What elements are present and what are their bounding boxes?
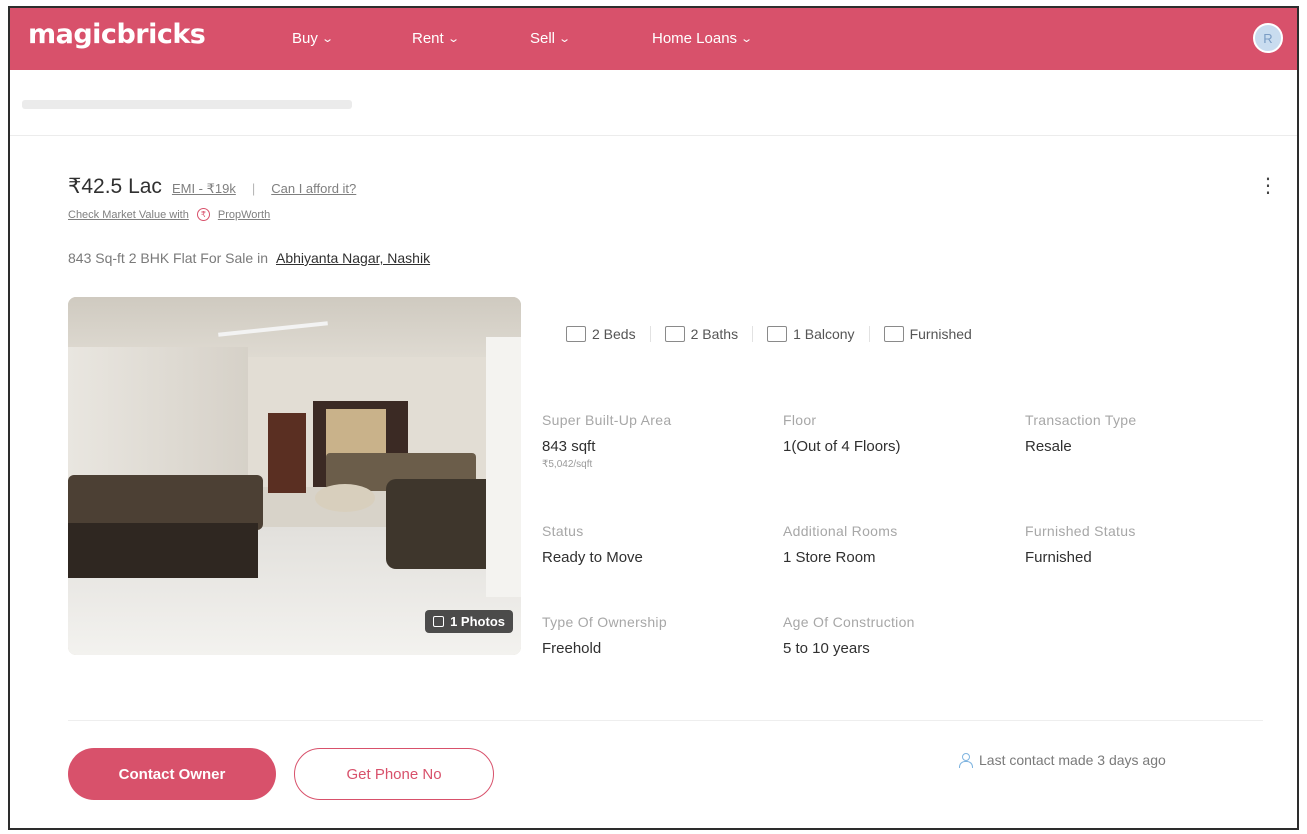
- detail-value: 5 to 10 years: [783, 640, 870, 657]
- detail-label: Furnished Status: [1025, 523, 1136, 539]
- detail-label: Type Of Ownership: [542, 614, 667, 630]
- amenity-furnished-label: Furnished: [909, 326, 972, 342]
- nav-home-loans[interactable]: Home Loans ⌄: [652, 30, 754, 47]
- detail-value: Furnished: [1025, 549, 1092, 566]
- chevron-down-icon: ⌄: [558, 33, 572, 45]
- chevron-down-icon: ⌄: [446, 33, 460, 45]
- listing-title: 843 Sq-ft 2 BHK Flat For Sale in Abhiyan…: [68, 250, 430, 266]
- subheader-strip: [10, 70, 1297, 136]
- last-contact-label: Last contact made 3 days ago: [979, 752, 1166, 768]
- detail-label: Floor: [783, 412, 817, 428]
- photo-icon: [433, 616, 445, 627]
- detail-value: 1(Out of 4 Floors): [783, 438, 901, 455]
- detail-age: Age Of Construction 5 to 10 years: [783, 614, 915, 657]
- bath-icon: [664, 326, 685, 342]
- price-row: ₹42.5 Lac EMI - ₹19k | Can I afford it?: [68, 174, 356, 199]
- detail-label: Transaction Type: [1025, 412, 1137, 428]
- amenities-row: 2 Beds 2 Baths 1 Balcony Furnished: [566, 326, 986, 342]
- photo-wall-right: [486, 337, 521, 597]
- photo-sofa-base: [68, 523, 258, 578]
- nav-buy[interactable]: Buy ⌄: [292, 30, 334, 47]
- bed-icon: [566, 326, 586, 342]
- amenity-beds: 2 Beds: [566, 326, 651, 342]
- furniture-icon: [883, 326, 904, 342]
- amenity-balcony: 1 Balcony: [753, 326, 870, 342]
- detail-ownership: Type Of Ownership Freehold: [542, 614, 667, 657]
- card-divider: [68, 720, 1263, 721]
- amenity-baths-label: 2 Baths: [690, 326, 739, 342]
- nav-rent-label: Rent: [412, 30, 444, 47]
- get-phone-button[interactable]: Get Phone No: [294, 748, 494, 800]
- emi-link[interactable]: EMI - ₹19k: [172, 181, 236, 197]
- last-contact-info: Last contact made 3 days ago: [959, 752, 1166, 768]
- detail-value: Freehold: [542, 640, 602, 657]
- nav-home-loans-label: Home Loans: [652, 30, 738, 47]
- nav-sell-label: Sell: [530, 30, 556, 47]
- photo-sofa-back: [68, 475, 263, 530]
- magicbricks-logo[interactable]: magicbricks: [28, 19, 206, 50]
- photo-door: [268, 413, 306, 493]
- detail-value: 1 Store Room: [783, 549, 876, 566]
- nav-sell[interactable]: Sell ⌄: [530, 30, 572, 47]
- detail-label: Status: [542, 523, 584, 539]
- amenity-balcony-label: 1 Balcony: [793, 326, 855, 342]
- listing-title-prefix: 843 Sq-ft 2 BHK Flat For Sale in: [68, 250, 268, 266]
- propworth-icon: ₹: [196, 208, 210, 221]
- user-icon: [959, 753, 973, 768]
- detail-label: Additional Rooms: [783, 523, 898, 539]
- nav-rent[interactable]: Rent ⌄: [412, 30, 460, 47]
- amenity-beds-label: 2 Beds: [592, 326, 636, 342]
- detail-status: Status Ready to Move: [542, 523, 643, 566]
- detail-label: Super Built-Up Area: [542, 412, 672, 428]
- contact-owner-button[interactable]: Contact Owner: [68, 748, 276, 800]
- detail-label: Age Of Construction: [783, 614, 915, 630]
- detail-value: Ready to Move: [542, 549, 643, 566]
- propworth-link[interactable]: PropWorth: [218, 209, 270, 221]
- detail-value: 843 sqft: [542, 438, 596, 455]
- detail-subvalue: ₹5,042/sqft: [542, 459, 593, 470]
- page-frame: magicbricks Buy ⌄ Rent ⌄ Sell ⌄ Home Loans ⌄…: [8, 6, 1299, 830]
- separator: |: [251, 181, 256, 196]
- location-link[interactable]: Abhiyanta Nagar, Nashik: [276, 250, 430, 266]
- more-options-icon[interactable]: ⋮: [1258, 176, 1278, 196]
- market-value-link[interactable]: Check Market Value with: [68, 209, 189, 221]
- nav-buy-label: Buy: [292, 30, 318, 47]
- property-photo[interactable]: 1 Photos: [68, 297, 521, 655]
- photo-count-label: 1 Photos: [450, 614, 505, 629]
- chevron-down-icon: ⌄: [740, 33, 754, 45]
- blurred-breadcrumb: [22, 100, 352, 109]
- top-header: magicbricks Buy ⌄ Rent ⌄ Sell ⌄ Home Loans ⌄…: [10, 8, 1297, 70]
- photo-table: [315, 484, 375, 512]
- user-avatar[interactable]: R: [1253, 23, 1283, 53]
- detail-transaction: Transaction Type Resale: [1025, 412, 1136, 455]
- balcony-icon: [767, 326, 788, 342]
- listing-price: ₹42.5 Lac: [68, 175, 162, 198]
- afford-link[interactable]: Can I afford it?: [271, 181, 356, 196]
- market-value-row: Check Market Value with ₹ PropWorth: [68, 208, 270, 221]
- amenity-furnished: Furnished: [870, 326, 986, 342]
- photo-count-badge[interactable]: 1 Photos: [425, 610, 513, 633]
- detail-floor: Floor 1(Out of 4 Floors): [783, 412, 901, 455]
- detail-value: Resale: [1025, 438, 1072, 455]
- amenity-baths: 2 Baths: [651, 326, 754, 342]
- chevron-down-icon: ⌄: [321, 33, 334, 45]
- detail-super-area: Super Built-Up Area 843 sqft ₹5,042/sqft: [542, 412, 671, 470]
- detail-additional-rooms: Additional Rooms 1 Store Room: [783, 523, 898, 566]
- detail-furnished-status: Furnished Status Furnished: [1025, 523, 1136, 566]
